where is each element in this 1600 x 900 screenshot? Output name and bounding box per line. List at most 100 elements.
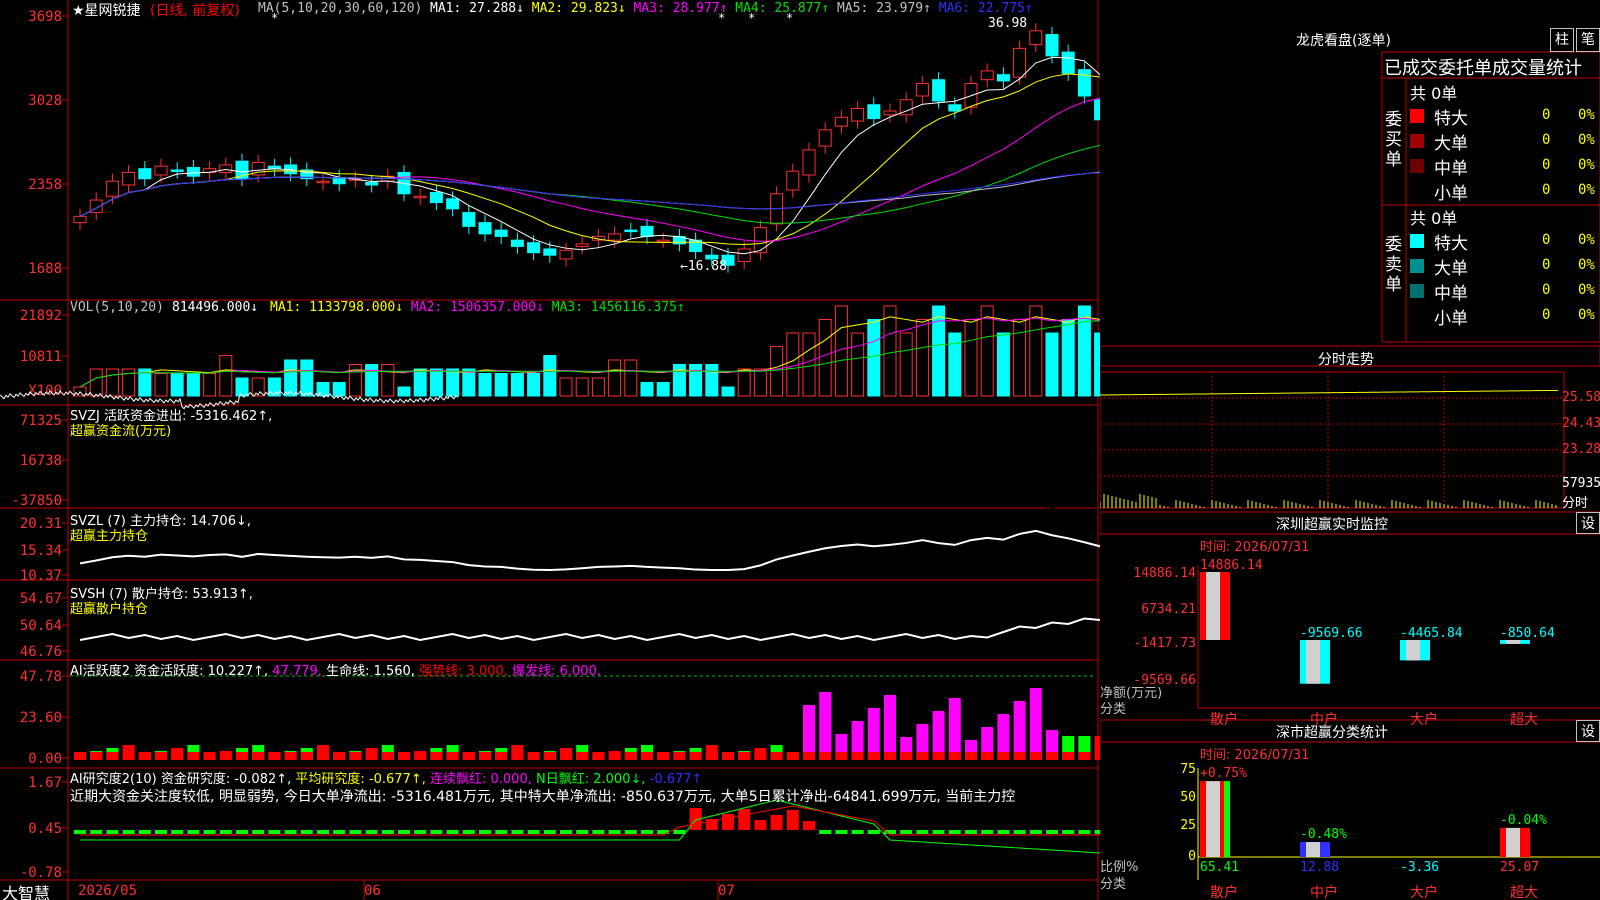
volume-bar [915,319,929,397]
fund-flow-bar [596,462,602,466]
candle-body [1013,47,1027,78]
activity-base [608,752,621,760]
ma-line-1 [79,56,1100,255]
monitor-bar-label: 14886.14 [1200,558,1263,573]
class-bottom-label: 65.41 [1200,860,1239,875]
research-bar [608,830,621,834]
sz-monitor-time: 时间: 2026/07/31 [1200,540,1310,555]
ma-value-4: MA4: 25.877↑ [735,1,837,16]
vol-ma-value-3: MA3: 1456116.375↑ [551,300,685,315]
sz-class-axis2: 分类 [1100,877,1127,892]
fund-flow-bar [159,462,164,466]
svsh-y-tick: 46.76 [20,644,62,660]
fund-flow-bar [369,466,375,479]
activity-bar [803,705,815,760]
class-y-tick: 25 [1180,818,1196,833]
candle-body [1077,69,1091,97]
activity-base [430,752,443,760]
activity-base [203,752,216,760]
monitor-bar-shine [1206,572,1220,640]
class-cat-label: 中户 [1310,884,1338,900]
candle-body [138,168,152,180]
sell-row-pct: 0% [1578,257,1595,273]
fund-flow-bar [839,442,845,466]
svzj-y-tick: 71325 [20,413,62,429]
active-y-tick: 0.00 [28,751,62,767]
volume-bar [964,319,978,397]
volume-bar [689,364,703,397]
research-bar [803,821,815,830]
fund-flow-bar [126,462,132,466]
stock-mode: (日线, 前复权) [150,3,240,19]
buy-row-pct: 0% [1578,182,1595,198]
sell-row-pct: 0% [1578,282,1595,298]
kline-y-tick: 3028 [28,93,62,109]
activity-base [705,752,718,760]
fund-flow-bar [531,466,537,479]
buy-row-count: 0 [1542,157,1551,173]
candle-body [818,129,832,147]
candle-body [446,198,460,210]
volume-bar [203,373,217,397]
activity-base [560,752,572,760]
activity-base [171,752,184,760]
activity-bar [884,695,896,760]
activity-base [932,752,945,760]
research-bar [819,830,832,834]
research-bar [284,830,297,834]
stock-name: ★星网锐捷 [72,3,141,19]
kline-chart-area[interactable]: 3698 3028 2358 1688 21892 10811 X100 71325 16738… [0,0,1100,900]
monitor-bar-shine [1306,640,1320,684]
activity-bar [819,692,832,760]
candle-body [608,233,622,241]
column-mode-button[interactable]: 柱 [1550,28,1574,52]
activity-base [300,752,313,760]
candle-body [219,164,233,173]
sell-row-pct: 0% [1578,307,1595,323]
sell-row-count: 0 [1542,307,1551,323]
research-bar [252,830,265,834]
sell-total: 共 0单 [1410,209,1458,228]
ai-research-text: 近期大资金关注度较低, 明显弱势, 今日大单净流出: -5316.481万元, … [70,789,1016,805]
research-bar [1029,830,1042,834]
ma-settings-label[interactable]: MA(5,10,20,30,60,120) [258,1,422,16]
monitor-cat-label: 超大 [1510,712,1538,728]
candle-body [1061,51,1075,74]
research-bar [381,830,394,834]
right-panel: 14886.14 6734.21 -1417.73 -9569.66 14886.14 散… [1100,51,1600,900]
tick-mode-button[interactable]: 笔 [1576,28,1600,52]
volume-bar [1013,319,1027,397]
research-bar [511,830,524,834]
fund-flow-bar [304,466,310,477]
candle-body [332,176,346,185]
ma-line-5 [79,171,1100,217]
volume-bar [802,332,816,397]
volume-bar [186,373,200,397]
ma-value-1: MA1: 27.288↓ [430,1,532,16]
ai-active-v5: 爆发线: 6.000, [512,664,601,679]
research-bar [560,830,572,834]
volume-bar [1061,319,1075,397]
fund-flow-bar [78,466,83,468]
monitor-cat-label: 大户 [1410,711,1438,728]
activity-base [835,752,848,760]
activity-base [90,752,103,760]
buy-row-pct: 0% [1578,107,1595,123]
research-bar [122,830,135,834]
sell-row-name: 大单 [1434,259,1468,279]
volume-bar [883,305,897,397]
fund-flow-bar [612,459,618,466]
corner-brand: 大智慧 [2,884,51,900]
activity-base [1078,752,1091,760]
svzj-y-tick: -37850 [11,493,62,509]
vol-ma-values: MA1: 1133798.000↓ MA2: 1506357.000↓ MA3:… [270,300,685,315]
intraday-title: 分时走势 [1318,352,1374,368]
sz-monitor-settings-button[interactable]: 设 [1576,512,1600,534]
ma-values: MA1: 27.288↓ MA2: 29.823↓ MA3: 28.977↑ M… [430,1,1033,16]
research-bar [916,830,929,834]
activity-base [349,752,362,760]
sell-row-count: 0 [1542,282,1551,298]
sz-class-settings-button[interactable]: 设 [1576,720,1600,742]
class-cat-label: 大户 [1410,884,1438,900]
activity-base [317,752,329,760]
